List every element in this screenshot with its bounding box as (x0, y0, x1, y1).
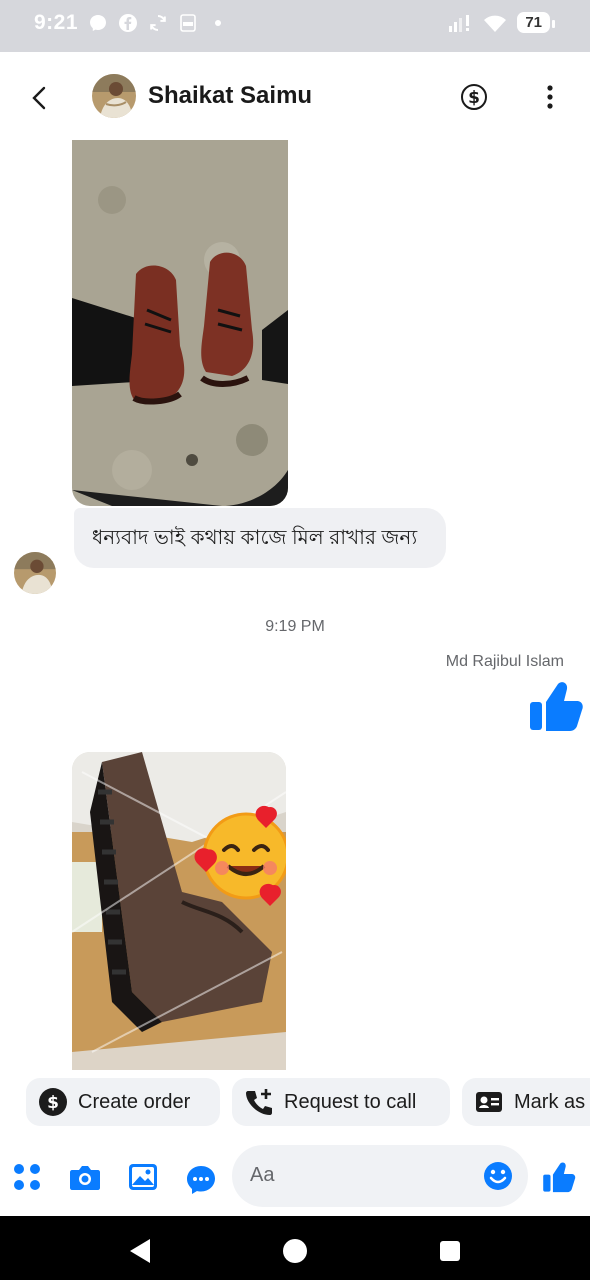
incoming-message-text: ধন্যবাদ ভাই কথায় কাজে মিল রাখার জন্য (92, 527, 418, 549)
image-icon[interactable] (126, 1160, 160, 1194)
contact-name[interactable]: Shaikat Saimu (148, 82, 312, 110)
dollar-circle-icon: $ (39, 1088, 67, 1116)
chat-header: Shaikat Saimu $ (0, 52, 590, 140)
grid-icon[interactable] (10, 1160, 44, 1194)
chat-bubble-icon[interactable] (184, 1163, 218, 1197)
send-thumbs-up-icon[interactable] (542, 1160, 576, 1194)
svg-text:$: $ (468, 88, 480, 108)
signal-icon (449, 14, 470, 32)
sender-avatar[interactable] (14, 552, 56, 594)
message-input[interactable]: Aa (232, 1145, 528, 1207)
request-to-call-chip[interactable]: Request to call (232, 1078, 450, 1126)
nav-recents-icon[interactable] (438, 1239, 462, 1263)
wifi-icon (484, 15, 507, 32)
pdf-icon (180, 14, 196, 32)
nav-home-icon[interactable] (282, 1238, 308, 1264)
svg-text:$: $ (47, 1093, 59, 1113)
notification-icons (88, 13, 228, 33)
thumbs-up-icon[interactable] (528, 678, 584, 734)
more-options-button[interactable] (540, 83, 560, 111)
request-to-call-label: Request to call (284, 1090, 417, 1113)
mark-as-chip[interactable]: Mark as (462, 1078, 590, 1126)
nav-back-icon[interactable] (128, 1238, 152, 1264)
battery-indicator: 71 (517, 12, 555, 33)
dot-icon (215, 20, 221, 26)
message-timestamp: 9:19 PM (265, 618, 325, 635)
phone-plus-icon (246, 1089, 272, 1115)
status-bar: 9:21 71 (0, 0, 590, 52)
sync-icon (150, 15, 166, 31)
contact-card-icon (476, 1092, 502, 1112)
status-right: 71 (447, 12, 555, 33)
incoming-message-bubble[interactable]: ধন্যবাদ ভাই কথায় কাজে মিল রাখার জন্য (74, 508, 446, 568)
mark-as-label: Mark as (514, 1090, 586, 1113)
shared-photo-boot-package[interactable] (72, 752, 286, 1070)
system-navigation-bar (0, 1216, 590, 1280)
contact-avatar[interactable] (92, 74, 136, 118)
boot-package-image (72, 752, 286, 1070)
create-order-chip[interactable]: $ Create order (26, 1078, 220, 1126)
person-photo-icon (92, 74, 136, 118)
messenger-icon (90, 15, 106, 31)
message-input-placeholder: Aa (250, 1164, 275, 1186)
shared-photo-boots-floor[interactable] (72, 140, 288, 506)
outgoing-sender-name: Md Rajibul Islam (445, 653, 564, 670)
dollar-circle-button[interactable]: $ (460, 83, 488, 111)
emoji-icon[interactable] (482, 1160, 514, 1192)
create-order-label: Create order (78, 1090, 191, 1113)
boots-floor-image (72, 140, 288, 506)
status-time: 9:21 (34, 11, 79, 34)
person-photo-icon (14, 552, 56, 594)
facebook-icon (119, 14, 137, 32)
back-button[interactable] (28, 84, 52, 112)
camera-icon[interactable] (68, 1160, 102, 1194)
